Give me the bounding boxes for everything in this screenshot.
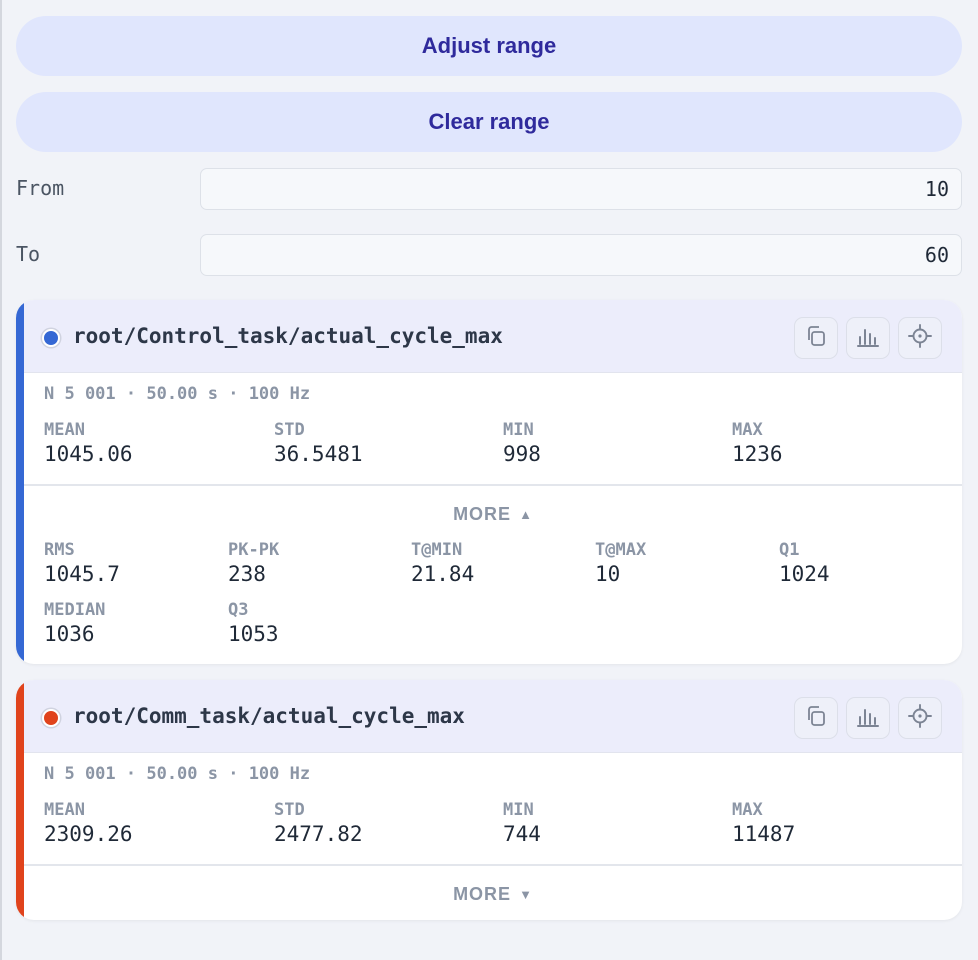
stat-label: T@MAX <box>595 540 647 560</box>
more-label: MORE <box>453 503 512 524</box>
stat-rms: RMS 1045.7 <box>44 540 120 588</box>
stat-max: MAX 11487 <box>732 800 795 848</box>
stat-median: MEDIAN 1036 <box>44 600 105 648</box>
stat-value: 998 <box>503 442 541 466</box>
stat-label: MEAN <box>44 800 85 820</box>
card-divider <box>24 864 962 866</box>
stat-q1: Q1 1024 <box>779 540 830 588</box>
signal-card-header: root/Comm_task/actual_cycle_max <box>24 680 962 753</box>
stat-pk-pk: PK-PK 238 <box>228 540 279 588</box>
stat-mean: MEAN 1045.06 <box>44 420 133 468</box>
stat-label: Q1 <box>779 540 800 560</box>
stat-value: 1053 <box>228 622 279 646</box>
signal-card: root/Control_task/actual_cycle_max N 5 0… <box>16 300 962 664</box>
copy-icon <box>804 704 828 732</box>
histogram-icon <box>855 324 881 352</box>
clear-range-button[interactable]: Clear range <box>16 92 962 152</box>
locate-button[interactable] <box>898 317 942 359</box>
stat-label: STD <box>274 420 305 440</box>
stat-std: STD 2477.82 <box>274 800 363 848</box>
from-input[interactable] <box>200 168 962 210</box>
stat-value: 10 <box>595 562 621 586</box>
adjust-range-button[interactable]: Adjust range <box>16 16 962 76</box>
stat-value: 11487 <box>732 822 796 846</box>
stat-value: 1045.06 <box>44 442 133 466</box>
stat-mean: MEAN 2309.26 <box>44 800 133 848</box>
signal-color-bar <box>16 680 24 920</box>
stat-value: 21.84 <box>411 562 475 586</box>
stat-q3: Q3 1053 <box>228 600 279 648</box>
stat-label: Q3 <box>228 600 249 620</box>
stat-value: 2309.26 <box>44 822 133 846</box>
card-divider <box>24 484 962 486</box>
histogram-button[interactable] <box>846 317 890 359</box>
from-label: From <box>16 176 65 200</box>
crosshair-icon <box>907 703 933 733</box>
stat-label: PK-PK <box>228 540 280 560</box>
stat-value: 36.5481 <box>274 442 363 466</box>
stat-label: MAX <box>732 800 763 820</box>
stat-t-at-max: T@MAX 10 <box>595 540 646 588</box>
to-input[interactable] <box>200 234 962 276</box>
stat-t-at-min: T@MIN 21.84 <box>411 540 474 588</box>
stat-max: MAX 1236 <box>732 420 783 468</box>
histogram-button[interactable] <box>846 697 890 739</box>
histogram-icon <box>855 704 881 732</box>
panel-left-border <box>0 0 2 960</box>
signal-color-dot <box>42 709 60 727</box>
copy-button[interactable] <box>794 697 838 739</box>
stat-label: T@MIN <box>411 540 463 560</box>
signal-card-header: root/Control_task/actual_cycle_max <box>24 300 962 373</box>
more-label: MORE <box>453 883 512 904</box>
collapse-arrow-icon: ▲ <box>519 506 533 522</box>
signal-name: root/Control_task/actual_cycle_max <box>73 324 503 348</box>
stat-value: 744 <box>503 822 541 846</box>
signal-meta: N 5 001 · 50.00 s · 100 Hz <box>44 384 311 404</box>
copy-button[interactable] <box>794 317 838 359</box>
stat-label: MAX <box>732 420 763 440</box>
signal-meta: N 5 001 · 50.00 s · 100 Hz <box>44 764 311 784</box>
more-toggle[interactable]: MORE ▲ <box>24 496 962 532</box>
expand-arrow-icon: ▼ <box>519 886 533 902</box>
stat-label: MIN <box>503 800 534 820</box>
stat-min: MIN 998 <box>503 420 541 468</box>
stat-label: MEDIAN <box>44 600 106 620</box>
stat-value: 1024 <box>779 562 830 586</box>
locate-button[interactable] <box>898 697 942 739</box>
signal-color-bar <box>16 300 24 664</box>
stat-min: MIN 744 <box>503 800 541 848</box>
crosshair-icon <box>907 323 933 353</box>
stat-label: RMS <box>44 540 75 560</box>
more-toggle[interactable]: MORE ▼ <box>24 876 962 912</box>
stat-value: 1045.7 <box>44 562 120 586</box>
stat-label: MIN <box>503 420 534 440</box>
signal-name: root/Comm_task/actual_cycle_max <box>73 704 465 728</box>
stat-std: STD 36.5481 <box>274 420 363 468</box>
stat-value: 1036 <box>44 622 95 646</box>
stat-value: 1236 <box>732 442 783 466</box>
stat-value: 238 <box>228 562 266 586</box>
copy-icon <box>804 324 828 352</box>
signal-card: root/Comm_task/actual_cycle_max N 5 001 … <box>16 680 962 920</box>
signal-color-dot <box>42 329 60 347</box>
stat-value: 2477.82 <box>274 822 363 846</box>
stat-label: STD <box>274 800 305 820</box>
stat-label: MEAN <box>44 420 85 440</box>
to-label: To <box>16 242 41 266</box>
